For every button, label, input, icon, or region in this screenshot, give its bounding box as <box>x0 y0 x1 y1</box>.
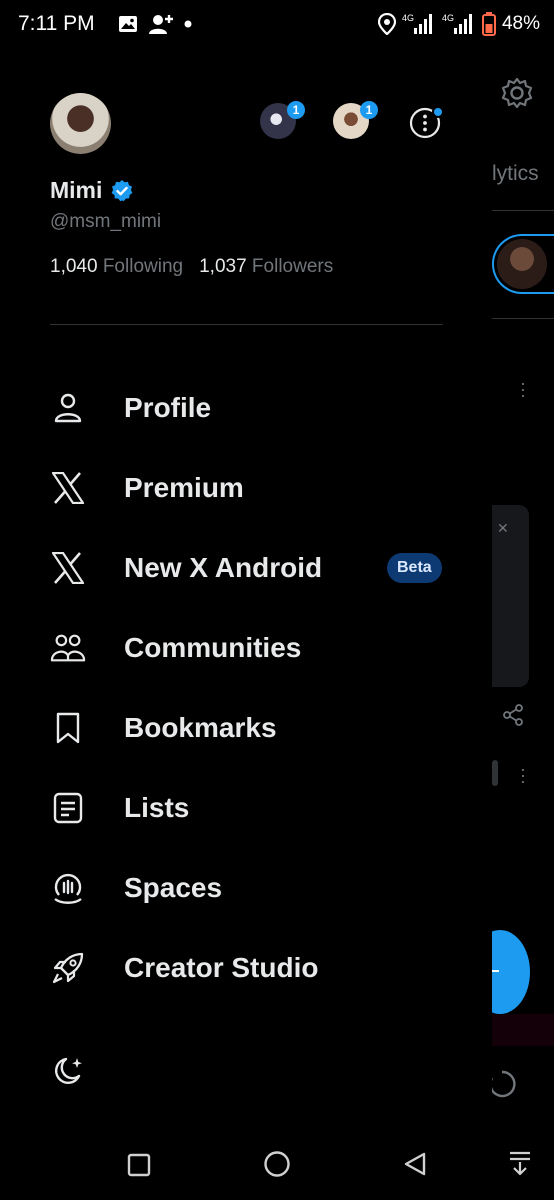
profile-name-row[interactable]: Mimi <box>50 177 134 204</box>
verified-badge-icon <box>110 179 134 203</box>
profile-name: Mimi <box>50 177 103 203</box>
unread-dot <box>432 106 444 118</box>
background-element <box>492 760 498 786</box>
recents-square-icon[interactable] <box>127 1153 151 1177</box>
menu-item-spaces[interactable]: Spaces <box>0 848 492 928</box>
rocket-icon <box>50 950 86 986</box>
navigation-drawer: 1 1 Mimi @msm_mimi 1,040 Following 1,037… <box>0 50 492 1150</box>
location-icon <box>377 13 396 35</box>
menu-item-lists[interactable]: Lists <box>0 768 492 848</box>
background-element <box>492 1014 554 1046</box>
status-time: 7:11 PM <box>18 12 95 35</box>
following-label: Following <box>102 256 184 277</box>
followers-link[interactable]: 1,037 Followers <box>199 256 333 278</box>
x-logo-icon <box>50 470 86 506</box>
battery-percent: 48% <box>501 13 540 34</box>
menu-item-bookmarks[interactable]: Bookmarks <box>0 688 492 768</box>
notification-badge: 1 <box>360 101 378 119</box>
background-avatar[interactable] <box>497 239 547 289</box>
signal-4g-icon: 4G <box>442 12 476 36</box>
menu-item-communities[interactable]: Communities <box>0 608 492 688</box>
network-label: 4G <box>402 13 414 23</box>
followers-count: 1,037 <box>199 256 247 277</box>
person-icon <box>50 390 86 426</box>
notification-badge: 1 <box>287 101 305 119</box>
menu-item-profile[interactable]: Profile <box>0 368 492 448</box>
network-label: 4G <box>442 13 454 23</box>
more-vertical-icon[interactable]: · · · <box>520 374 526 404</box>
drawer-menu: Profile Premium New X Android Beta Commu… <box>0 368 492 1008</box>
share-icon[interactable] <box>502 704 524 726</box>
system-navigation-bar <box>0 1130 554 1200</box>
menu-label: Premium <box>124 472 244 503</box>
menu-label: Creator Studio <box>124 952 319 983</box>
following-link[interactable]: 1,040 Following <box>50 256 183 278</box>
divider <box>50 324 443 325</box>
followers-label: Followers <box>251 256 334 277</box>
bookmark-icon <box>50 710 86 746</box>
settings-gear-icon[interactable] <box>500 76 534 110</box>
back-triangle-icon[interactable] <box>402 1151 428 1177</box>
close-icon[interactable]: ✕ <box>497 520 509 537</box>
profile-handle: @msm_mimi <box>50 211 162 232</box>
status-bar: 7:11 PM 4G 4G 48% <box>0 0 554 50</box>
status-right-icons: 4G 4G 48% <box>377 12 540 36</box>
list-icon <box>50 790 86 826</box>
notification-pulldown-icon[interactable] <box>508 1150 532 1176</box>
menu-label: Lists <box>124 792 190 823</box>
person-add-icon <box>148 13 174 35</box>
signal-4g-icon: 4G <box>402 12 436 36</box>
menu-label: Communities <box>124 632 302 663</box>
status-left-icons <box>118 13 192 35</box>
battery-icon <box>481 12 496 36</box>
communities-icon <box>50 630 86 666</box>
x-logo-icon <box>50 550 86 586</box>
menu-label: Bookmarks <box>124 712 277 743</box>
menu-label: Spaces <box>124 872 223 903</box>
background-tab-label[interactable]: lytics <box>492 162 539 186</box>
dark-mode-moon-icon[interactable] <box>50 1054 86 1090</box>
dot-icon <box>184 20 192 28</box>
menu-item-premium[interactable]: Premium <box>0 448 492 528</box>
beta-badge: Beta <box>387 553 442 583</box>
menu-item-new-x-android[interactable]: New X Android Beta <box>0 528 492 608</box>
menu-label: Profile <box>124 392 212 423</box>
follow-stats: 1,040 Following 1,037 Followers <box>50 256 333 278</box>
background-divider <box>492 318 554 319</box>
menu-item-creator-studio[interactable]: Creator Studio <box>0 928 492 1008</box>
following-count: 1,040 <box>50 256 98 277</box>
avatar[interactable] <box>50 93 111 154</box>
plus-icon <box>491 970 499 972</box>
more-vertical-icon[interactable]: · · · <box>520 760 526 790</box>
menu-label: New X Android <box>124 552 323 583</box>
home-circle-icon[interactable] <box>263 1150 291 1178</box>
background-divider <box>492 210 554 211</box>
image-icon <box>118 14 138 34</box>
spaces-icon <box>50 870 86 906</box>
